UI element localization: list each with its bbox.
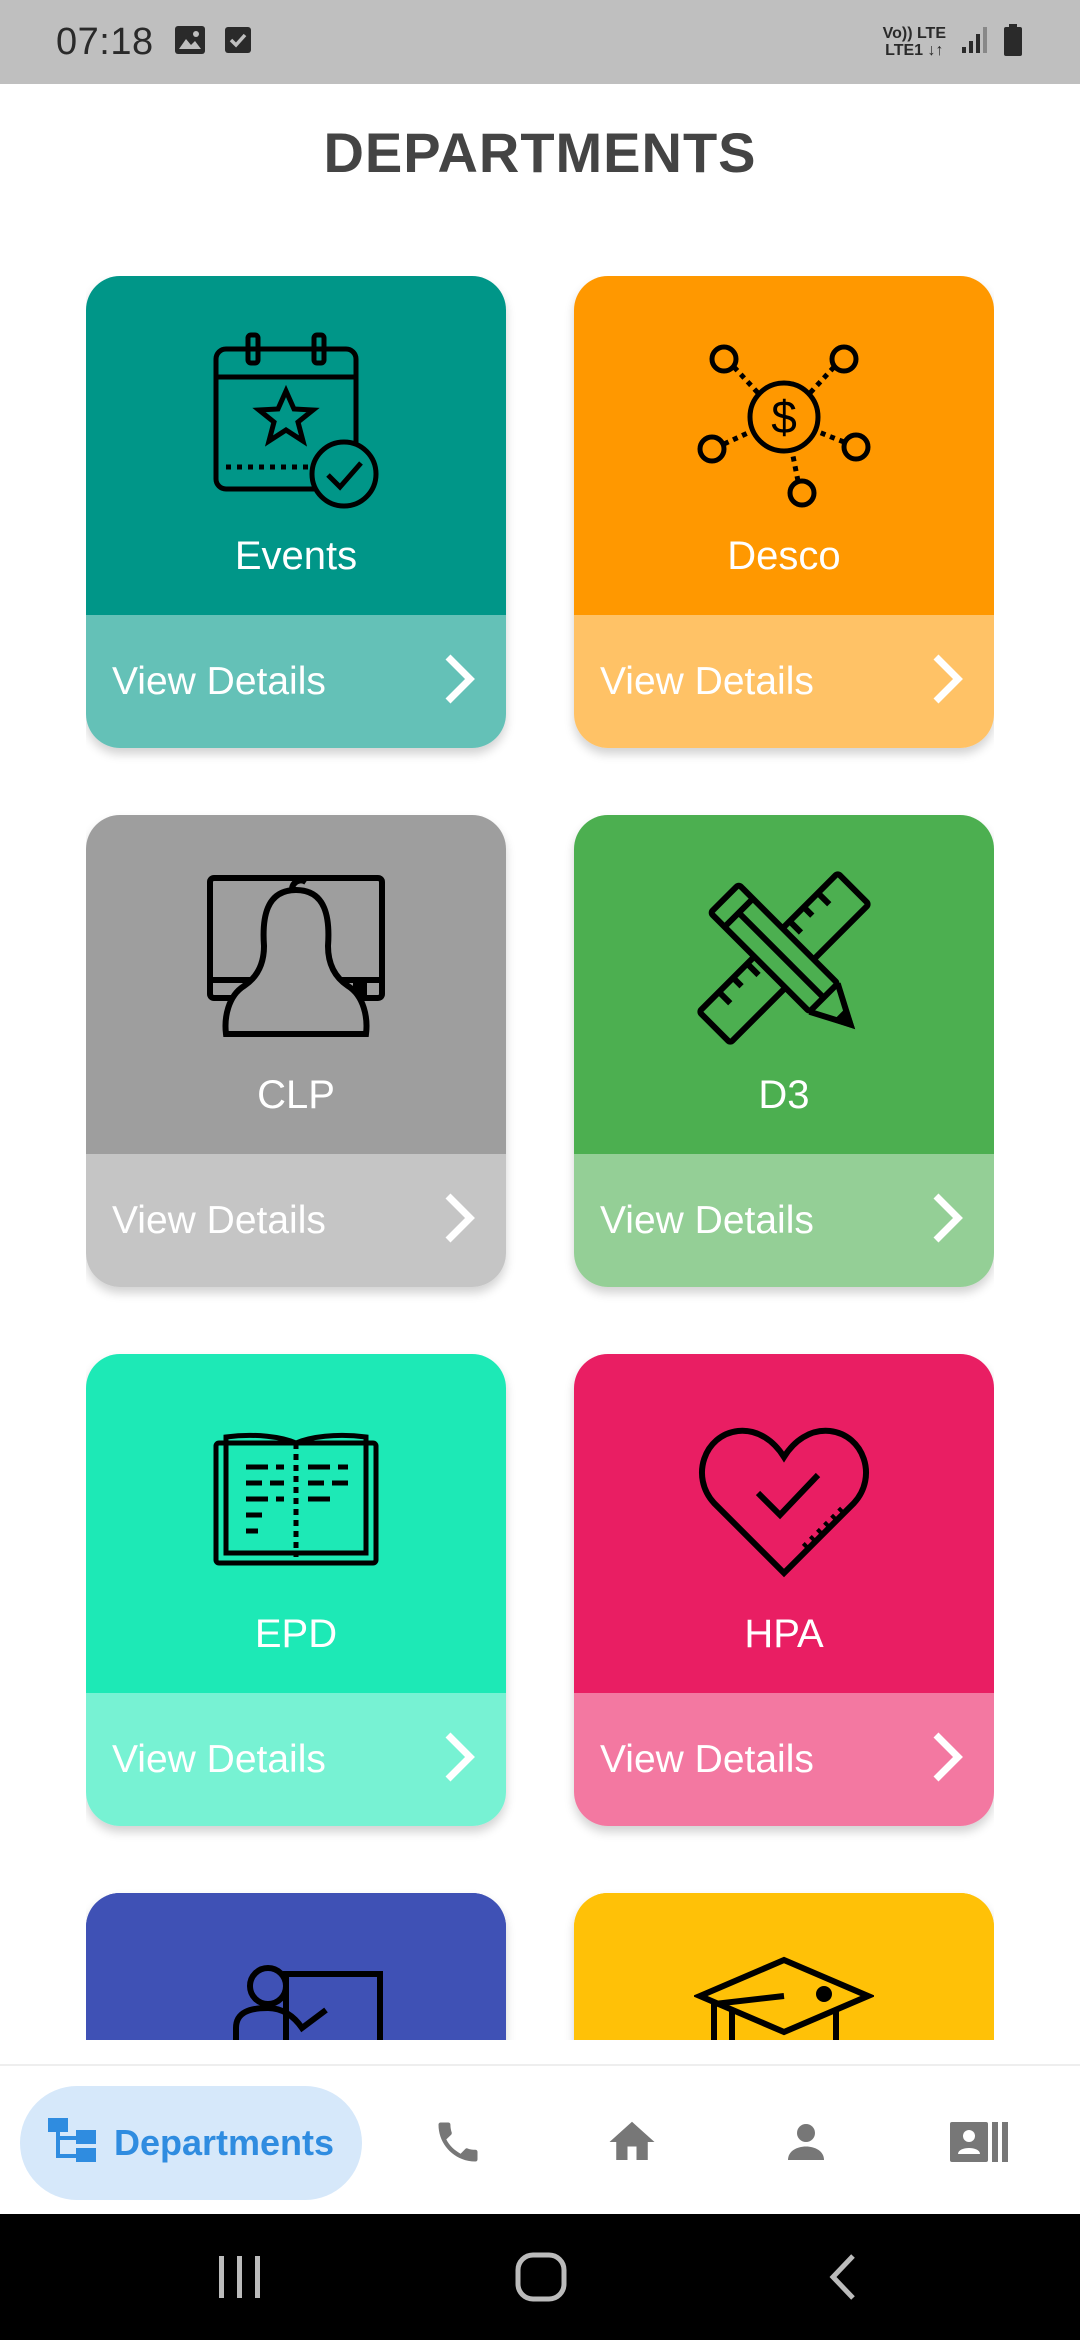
chevron-right-icon [440,651,480,712]
card-header: CLP [86,815,506,1154]
view-details-label: View Details [600,659,814,703]
card-header [574,1893,994,2040]
card-title: EPD [254,1612,338,1656]
chevron-right-icon [928,1729,968,1790]
contact-card-icon[interactable] [940,2102,1020,2182]
pencil-ruler-icon [689,863,879,1053]
view-details-button[interactable]: View Details [86,1154,506,1287]
network-indicator: Vo)) LTE LTE1 ↓↑ [883,25,946,59]
network-line-2: LTE1 ↓↑ [885,42,944,59]
monitor-person-icon [201,863,391,1053]
person-icon[interactable] [766,2102,846,2182]
card-header: $ Desco [574,276,994,615]
nav-departments-label: Departments [113,2122,335,2163]
bottom-navigation: Departments [0,2064,1080,2214]
money-network-icon: $ [689,324,879,514]
home-circle-icon[interactable] [506,2244,576,2310]
view-details-button[interactable]: View Details [574,615,994,748]
card-title: CLP [257,1073,335,1117]
status-time: 07:18 [56,20,154,63]
department-card-hpa[interactable]: HPA View Details [574,1354,994,1826]
image-icon [174,25,206,60]
view-details-button[interactable]: View Details [574,1693,994,1826]
teacher-board-icon [201,1941,391,2040]
view-details-label: View Details [112,1737,326,1781]
card-header: D3 [574,815,994,1154]
departments-grid: Events View Details $ Desco View Details… [86,276,994,2040]
departments-icon [47,2116,100,2171]
department-card-clp[interactable]: CLP View Details [86,815,506,1287]
department-card-partial-1[interactable] [86,1893,506,2040]
department-card-events[interactable]: Events View Details [86,276,506,748]
view-details-label: View Details [600,1198,814,1242]
home-icon[interactable] [592,2102,672,2182]
checkbox-icon [224,25,252,60]
network-line-1: Vo)) LTE [882,25,946,42]
chevron-right-icon [440,1190,480,1251]
card-header: Events [86,276,506,615]
card-header [86,1893,506,2040]
department-card-epd[interactable]: EPD View Details [86,1354,506,1826]
view-details-button[interactable]: View Details [574,1154,994,1287]
view-details-label: View Details [112,1198,326,1242]
view-details-label: View Details [600,1737,814,1781]
department-card-desco[interactable]: $ Desco View Details [574,276,994,748]
chevron-right-icon [928,651,968,712]
battery-icon [1002,23,1024,62]
svg-text:$: $ [771,391,797,443]
system-navigation-bar [0,2214,1080,2340]
department-card-d3[interactable]: D3 View Details [574,815,994,1287]
view-details-button[interactable]: View Details [86,615,506,748]
heart-check-icon [689,1402,879,1592]
card-title: Events [234,534,358,578]
back-icon[interactable] [808,2244,878,2310]
open-book-icon [201,1402,391,1592]
chevron-right-icon [928,1190,968,1251]
card-title: Desco [727,534,841,578]
card-title: HPA [744,1612,824,1656]
card-title: D3 [758,1073,810,1117]
nav-departments-tab[interactable]: Departments [20,2086,362,2200]
recents-icon[interactable] [205,2244,275,2310]
view-details-button[interactable]: View Details [86,1693,506,1826]
view-details-label: View Details [112,659,326,703]
phone-icon[interactable] [418,2102,498,2182]
graduation-cap-icon [689,1941,879,2040]
calendar-star-icon [201,324,391,514]
signal-icon [960,25,988,60]
status-bar: 07:18 Vo)) LTE LTE1 ↓↑ [0,0,1080,84]
department-card-partial-2[interactable] [574,1893,994,2040]
page-title: DEPARTMENTS [323,121,757,184]
card-header: EPD [86,1354,506,1693]
card-header: HPA [574,1354,994,1693]
chevron-right-icon [440,1729,480,1790]
